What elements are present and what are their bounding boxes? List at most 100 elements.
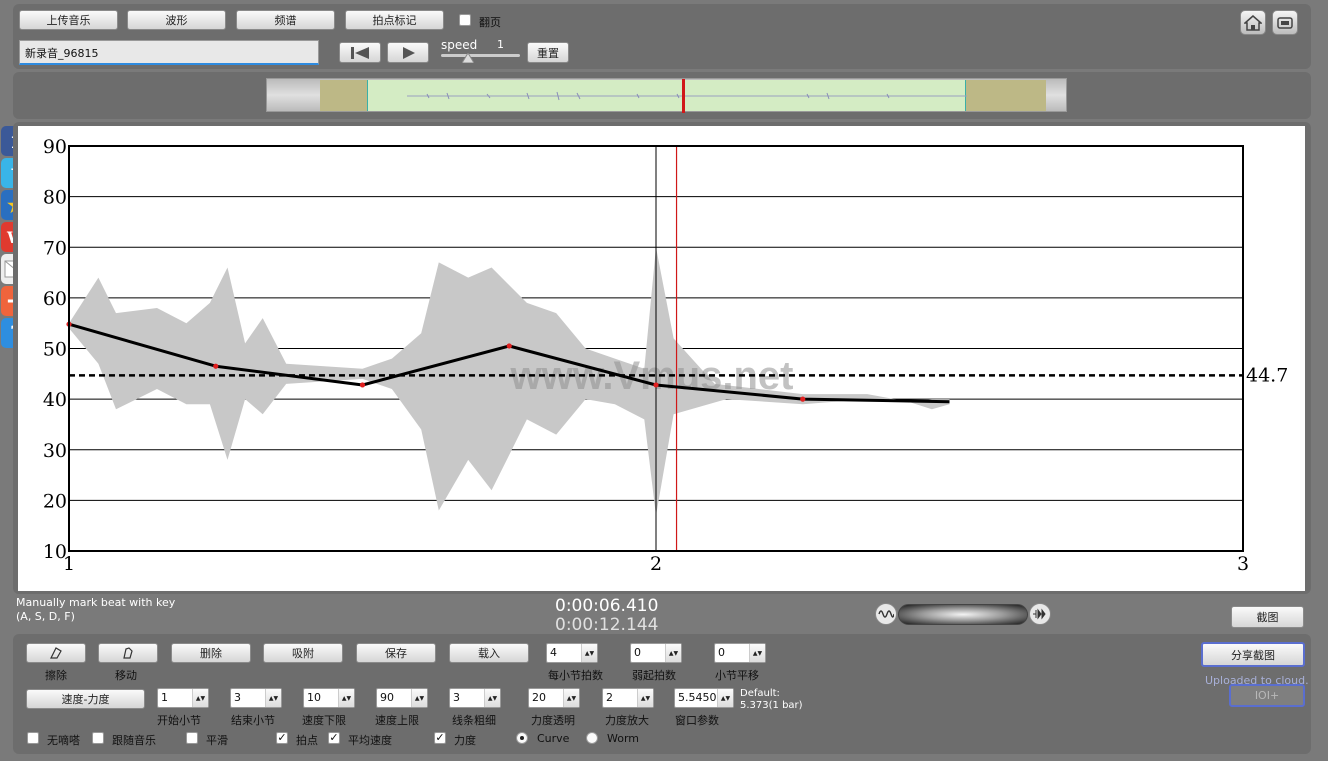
line-width-value: 3	[453, 691, 460, 704]
beat-point	[213, 363, 219, 369]
move-button[interactable]	[98, 643, 158, 663]
window-stepper[interactable]: 5.5450 ▲▼	[674, 688, 734, 708]
y-tick-label: 70	[43, 237, 67, 259]
stepper-arrows-icon[interactable]: ▲▼	[411, 689, 427, 707]
dynamics-checkbox[interactable]: ✓	[434, 732, 446, 744]
beats-per-bar-stepper[interactable]: 4 ▲▼	[546, 643, 598, 663]
erase-button[interactable]	[26, 643, 86, 663]
y-tick-label: 80	[43, 187, 67, 209]
y-tick-label: 20	[43, 490, 67, 512]
time-total: 0:00:12.144	[555, 615, 659, 635]
beat-point	[653, 382, 659, 388]
x-tick-label: 1	[63, 553, 75, 575]
bar-shift-label: 小节平移	[715, 669, 759, 682]
window-label: 窗口参数	[675, 714, 719, 727]
bar-shift-stepper[interactable]: 0 ▲▼	[714, 643, 766, 663]
no-click-checkbox[interactable]	[27, 732, 39, 744]
ioi-button[interactable]: IOI+	[1229, 684, 1305, 707]
hint-line-1: Manually mark beat with key	[16, 596, 176, 609]
pickup-value: 0	[634, 646, 641, 659]
default-line-1: Default:	[740, 688, 780, 699]
stepper-arrows-icon[interactable]: ▲▼	[265, 689, 281, 707]
stepper-arrows-icon[interactable]: ▲▼	[192, 689, 208, 707]
share-screenshot-button[interactable]: 分享截图	[1201, 642, 1305, 667]
x-tick-label: 2	[650, 553, 662, 575]
tempo-min-label: 速度下限	[302, 714, 346, 727]
line-width-stepper[interactable]: 3 ▲▼	[449, 688, 501, 708]
fast-forward-button[interactable]	[1029, 603, 1051, 625]
tempo-min-stepper[interactable]: 10 ▲▼	[303, 688, 355, 708]
worm-label: Worm	[607, 732, 640, 745]
tempo-max-stepper[interactable]: 90 ▲▼	[376, 688, 428, 708]
screenshot-button[interactable]: 截图	[1231, 606, 1304, 628]
eraser-icon	[50, 647, 62, 659]
dyn-scale-stepper[interactable]: 2 ▲▼	[602, 688, 654, 708]
average-tempo-label: 平均速度	[348, 734, 392, 747]
x-tick-label: 3	[1237, 553, 1249, 575]
beat-point	[359, 382, 366, 388]
y-tick-label: 40	[43, 389, 67, 411]
window-value: 5.5450	[678, 691, 717, 704]
tempo-max-label: 速度上限	[375, 714, 419, 727]
curve-radio[interactable]	[516, 732, 528, 744]
follow-music-checkbox[interactable]	[92, 732, 104, 744]
stepper-arrows-icon[interactable]: ▲▼	[484, 689, 500, 707]
start-bar-stepper[interactable]: 1 ▲▼	[157, 688, 209, 708]
fast-forward-icon	[1033, 608, 1046, 620]
volume-knob-slider[interactable]	[898, 604, 1028, 625]
y-tick-label: 30	[43, 440, 67, 462]
start-bar-value: 1	[161, 691, 168, 704]
mode-button[interactable]: 速度-力度	[26, 689, 145, 709]
average-tempo-checkbox[interactable]: ✓	[328, 732, 340, 744]
start-bar-label: 开始小节	[157, 714, 201, 727]
y-tick-label: 90	[43, 136, 67, 158]
radio-dot-icon	[520, 736, 524, 740]
stepper-arrows-icon[interactable]: ▲▼	[581, 644, 597, 662]
y-tick-label: 60	[43, 288, 67, 310]
tempo-min-value: 10	[307, 691, 321, 704]
dynamics-band	[69, 247, 950, 516]
beat-checkbox[interactable]: ✓	[276, 732, 288, 744]
pickup-stepper[interactable]: 0 ▲▼	[630, 643, 682, 663]
worm-radio[interactable]	[586, 732, 598, 744]
erase-label: 擦除	[45, 669, 67, 682]
dyn-scale-label: 力度放大	[605, 714, 649, 727]
dyn-alpha-value: 20	[532, 691, 546, 704]
time-current: 0:00:06.410	[555, 596, 659, 616]
end-bar-stepper[interactable]: 3 ▲▼	[230, 688, 282, 708]
dyn-scale-value: 2	[606, 691, 613, 704]
y-tick-label: 50	[43, 339, 67, 361]
stepper-arrows-icon[interactable]: ▲▼	[717, 689, 733, 707]
stepper-arrows-icon[interactable]: ▲▼	[749, 644, 765, 662]
stepper-arrows-icon[interactable]: ▲▼	[637, 689, 653, 707]
line-width-label: 线条粗细	[452, 714, 496, 727]
waveform-mode-button[interactable]	[875, 603, 897, 625]
bar-shift-value: 0	[718, 646, 725, 659]
dynamics-band-shape	[69, 247, 950, 516]
move-hand-icon	[123, 647, 133, 659]
beat-point	[506, 343, 512, 349]
default-line-2: 5.373(1 bar)	[740, 700, 803, 711]
stepper-arrows-icon[interactable]: ▲▼	[563, 689, 579, 707]
beat-label: 拍点	[296, 734, 318, 747]
no-click-label: 无嘀嗒	[47, 734, 80, 747]
dynamics-label: 力度	[454, 734, 476, 747]
pickup-label: 弱起拍数	[632, 669, 676, 682]
tempo-chart[interactable]: www.Vmus.net 44.7 9080706050403020101 2 3	[0, 0, 1328, 600]
move-label: 移动	[115, 669, 137, 682]
snap-button[interactable]: 吸附	[263, 643, 343, 663]
smooth-checkbox[interactable]	[186, 732, 198, 744]
save-button[interactable]: 保存	[356, 643, 436, 663]
smooth-label: 平滑	[206, 734, 228, 747]
curve-label: Curve	[537, 732, 570, 745]
stepper-arrows-icon[interactable]: ▲▼	[338, 689, 354, 707]
follow-music-label: 跟随音乐	[112, 734, 156, 747]
end-bar-value: 3	[234, 691, 241, 704]
delete-button[interactable]: 删除	[171, 643, 251, 663]
dyn-alpha-label: 力度透明	[531, 714, 575, 727]
beats-per-bar-value: 4	[550, 646, 557, 659]
average-tempo-value: 44.7	[1246, 364, 1288, 386]
load-button[interactable]: 载入	[449, 643, 529, 663]
stepper-arrows-icon[interactable]: ▲▼	[665, 644, 681, 662]
dyn-alpha-stepper[interactable]: 20 ▲▼	[528, 688, 580, 708]
